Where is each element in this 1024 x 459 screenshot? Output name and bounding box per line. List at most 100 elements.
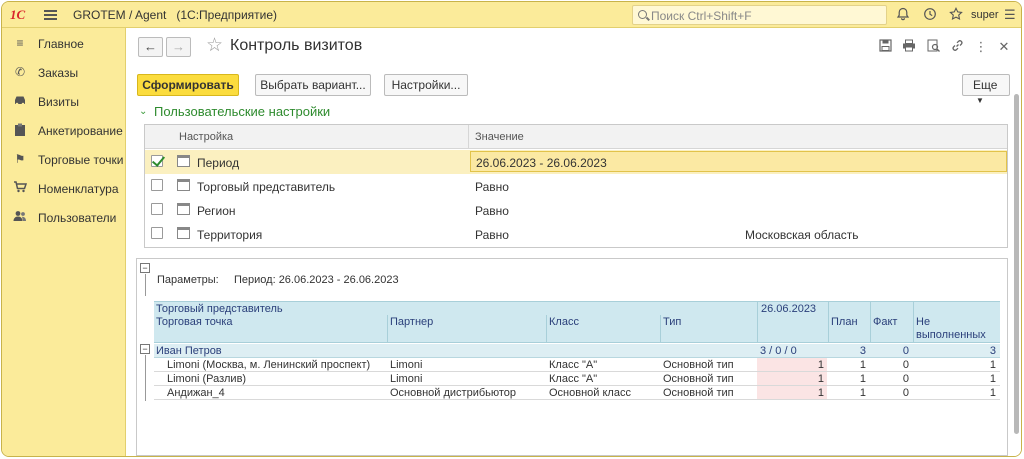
setting-checkbox[interactable] bbox=[151, 203, 163, 215]
header-outlet: Торговая точка bbox=[156, 316, 233, 328]
column-separator bbox=[870, 301, 871, 343]
more-vertical-icon[interactable]: ⋮ bbox=[973, 39, 989, 55]
sidebar-item-label: Анкетирование bbox=[38, 124, 123, 138]
app-logo: 1С bbox=[10, 7, 26, 22]
row-fact: 0 bbox=[902, 373, 909, 385]
row-fact: 0 bbox=[902, 387, 909, 399]
setting-value[interactable]: Равно bbox=[475, 180, 509, 194]
filter-icon bbox=[177, 227, 190, 239]
sidebar: ≡ Главное ✆ Заказы Визиты Анкетирование … bbox=[2, 28, 126, 456]
sidebar-item-outlets[interactable]: ⚑ Торговые точки bbox=[2, 148, 126, 172]
more-button-label: Еще bbox=[973, 78, 998, 92]
tree-line bbox=[145, 355, 146, 401]
favorite-star-icon[interactable]: ☆ bbox=[206, 34, 223, 57]
row-not-done: 1 bbox=[989, 359, 996, 371]
settings-row-region[interactable]: Регион Равно bbox=[145, 198, 1007, 222]
setting-extra-value[interactable]: Московская область bbox=[745, 228, 859, 242]
forward-button[interactable]: → bbox=[166, 37, 191, 57]
main-content: ← → ☆ Контроль визитов ⋮ ✕ Сформировать … bbox=[126, 28, 1021, 456]
setting-value: 26.06.2023 - 26.06.2023 bbox=[476, 156, 607, 170]
back-button[interactable]: ← bbox=[138, 37, 163, 57]
sidebar-item-label: Заказы bbox=[38, 66, 79, 80]
group-fact: 0 bbox=[902, 345, 909, 357]
collapse-group-icon[interactable]: − bbox=[140, 344, 150, 354]
global-search-input[interactable]: Поиск Ctrl+Shift+F bbox=[632, 5, 887, 25]
header-fact: Факт bbox=[873, 316, 898, 328]
column-separator bbox=[546, 315, 547, 343]
setting-name: Торговый представитель bbox=[197, 180, 336, 194]
favorites-star-icon[interactable] bbox=[948, 7, 964, 23]
print-icon[interactable] bbox=[901, 39, 917, 55]
app-platform: (1С:Предприятие) bbox=[176, 8, 278, 22]
header-not-done-1: Не bbox=[916, 316, 931, 328]
column-separator bbox=[660, 315, 661, 343]
settings-row-territory[interactable]: Территория Равно Московская область bbox=[145, 222, 1007, 246]
setting-name: Период bbox=[197, 156, 240, 170]
header-partner: Партнер bbox=[390, 316, 434, 328]
preview-icon[interactable] bbox=[925, 39, 941, 55]
dropdown-arrow-icon: ▼ bbox=[976, 96, 984, 105]
row-plan: 1 bbox=[859, 359, 866, 371]
generate-button[interactable]: Сформировать bbox=[137, 74, 239, 96]
settings-row-sales-rep[interactable]: Торговый представитель Равно bbox=[145, 174, 1007, 198]
save-icon[interactable] bbox=[877, 39, 893, 55]
app-name: GROTEM / Agent bbox=[73, 8, 167, 22]
setting-value[interactable]: Равно bbox=[475, 228, 509, 242]
settings-row-period[interactable]: Период 26.06.2023 - 26.06.2023 bbox=[145, 150, 1007, 174]
filter-icon bbox=[177, 203, 190, 215]
group-date-value: 3 / 0 / 0 bbox=[760, 345, 797, 357]
user-menu-icon[interactable]: ☰ bbox=[1004, 7, 1016, 23]
collapse-params-icon[interactable]: − bbox=[140, 263, 150, 273]
flag-icon: ⚑ bbox=[14, 152, 26, 166]
column-separator bbox=[828, 301, 829, 343]
sidebar-item-users[interactable]: Пользователи bbox=[2, 206, 126, 230]
report-row[interactable]: Limoni (Москва, м. Ленинский проспект) L… bbox=[154, 358, 1000, 372]
setting-checkbox[interactable] bbox=[151, 227, 163, 239]
sidebar-item-surveys[interactable]: Анкетирование bbox=[2, 119, 126, 143]
link-icon[interactable] bbox=[949, 39, 965, 55]
sidebar-item-label: Визиты bbox=[38, 95, 80, 109]
settings-button[interactable]: Настройки... bbox=[384, 74, 468, 96]
car-icon bbox=[13, 94, 27, 108]
column-separator bbox=[387, 315, 388, 343]
app-title: GROTEM / Agent (1С:Предприятие) bbox=[73, 8, 277, 22]
main-menu-icon[interactable] bbox=[44, 10, 57, 20]
sidebar-item-label: Главное bbox=[38, 37, 84, 51]
phone-icon: ✆ bbox=[14, 65, 26, 79]
calendar-icon bbox=[177, 155, 190, 167]
group-name: Иван Петров bbox=[156, 345, 222, 357]
bell-icon[interactable] bbox=[895, 7, 911, 23]
users-icon bbox=[13, 210, 27, 224]
sidebar-item-main[interactable]: ≡ Главное bbox=[2, 32, 126, 56]
filter-icon bbox=[177, 179, 190, 191]
report-group-row[interactable]: Иван Петров 3 / 0 / 0 3 0 3 bbox=[154, 344, 1000, 358]
sidebar-item-orders[interactable]: ✆ Заказы bbox=[2, 61, 126, 85]
user-settings-table: Настройка Значение Период 26.06.2023 - 2… bbox=[144, 124, 1008, 248]
history-icon[interactable] bbox=[922, 7, 938, 23]
column-separator bbox=[913, 301, 914, 343]
row-date-value: 1 bbox=[817, 359, 824, 371]
collapse-chevron-icon[interactable]: ⌄ bbox=[139, 106, 147, 117]
group-plan: 3 bbox=[859, 345, 866, 357]
report-row[interactable]: Андижан_4 Основной дистрибьютор Основной… bbox=[154, 386, 1000, 400]
main-vertical-scrollbar[interactable] bbox=[1014, 94, 1019, 434]
sidebar-item-label: Пользователи bbox=[38, 211, 117, 225]
setting-checkbox[interactable] bbox=[151, 179, 163, 191]
report-area: − Параметры: Период: 26.06.2023 - 26.06.… bbox=[136, 258, 1008, 456]
sidebar-item-products[interactable]: Номенклатура bbox=[2, 177, 126, 201]
close-icon[interactable]: ✕ bbox=[996, 39, 1012, 55]
setting-checkbox[interactable] bbox=[151, 155, 163, 167]
select-variant-button[interactable]: Выбрать вариант... bbox=[255, 74, 371, 96]
row-type: Основной тип bbox=[663, 387, 734, 399]
row-type: Основной тип bbox=[663, 359, 734, 371]
sidebar-item-label: Номенклатура bbox=[38, 182, 119, 196]
setting-value[interactable]: Равно bbox=[475, 204, 509, 218]
row-plan: 1 bbox=[859, 373, 866, 385]
user-name[interactable]: super bbox=[971, 9, 999, 21]
report-row[interactable]: Limoni (Разлив) Limoni Класс "А" Основно… bbox=[154, 372, 1000, 386]
sidebar-item-visits[interactable]: Визиты bbox=[2, 90, 126, 114]
period-value-field[interactable]: 26.06.2023 - 26.06.2023 bbox=[470, 151, 1007, 172]
row-not-done: 1 bbox=[989, 387, 996, 399]
user-settings-title[interactable]: Пользовательские настройки bbox=[154, 104, 330, 119]
more-button[interactable]: Еще ▼ bbox=[962, 74, 1010, 105]
